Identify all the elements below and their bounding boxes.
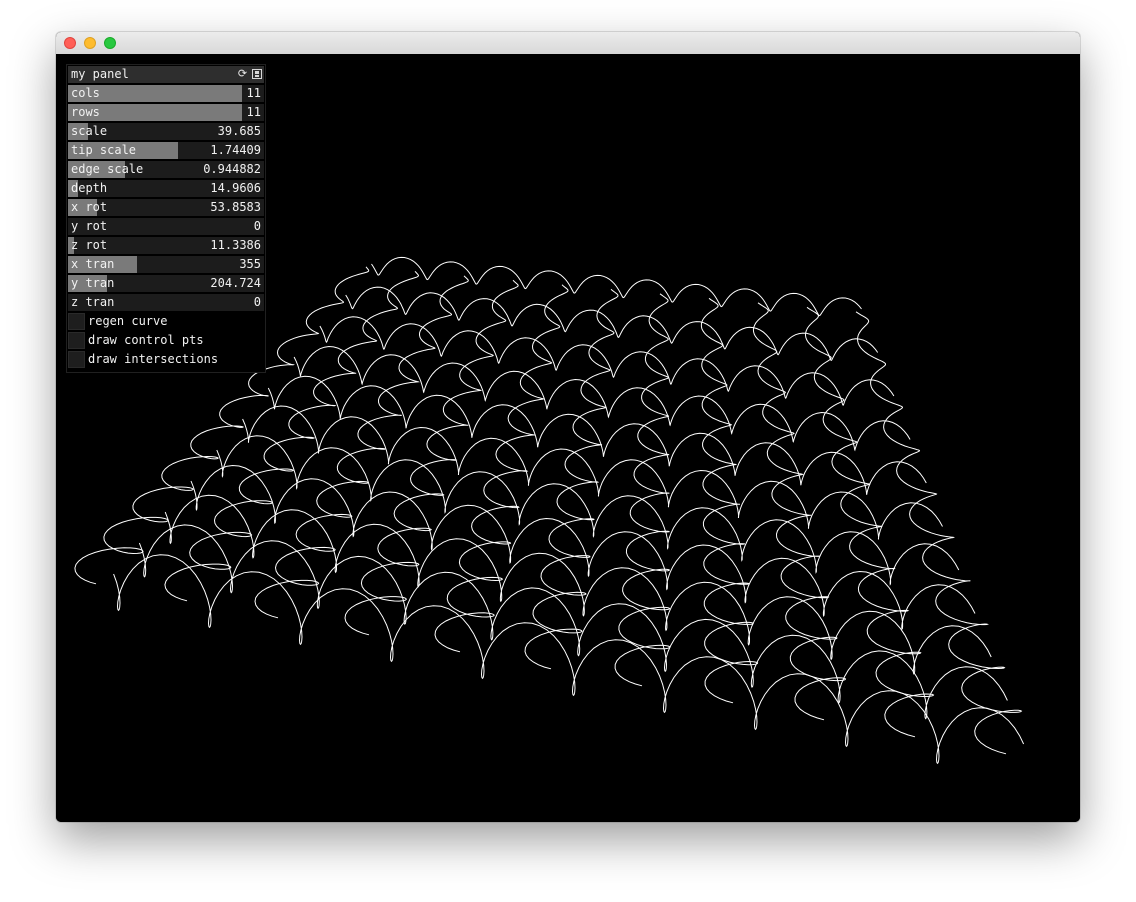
save-icon[interactable] <box>252 69 262 79</box>
title-bar[interactable] <box>56 32 1080 55</box>
toggle-label: regen curve <box>88 314 168 328</box>
grid-column-curve <box>344 279 519 636</box>
slider-label: x tran <box>71 257 115 271</box>
slider-value: 0 <box>253 295 261 309</box>
grid-column-curve <box>254 275 469 619</box>
slider-value: 14.9606 <box>210 181 261 195</box>
slider-y-rot[interactable]: y rot 0 <box>68 218 264 235</box>
slider-list: cols 11 rows 11 scale 39.685 tip scale 1.74409 e… <box>68 85 264 311</box>
grid-column-curve <box>614 293 671 687</box>
slider-y-tran[interactable]: y tran 204.724 <box>68 275 264 292</box>
slider-value: 355 <box>239 257 261 271</box>
slider-scale[interactable]: scale 39.685 <box>68 123 264 140</box>
slider-x-rot[interactable]: x rot 53.8583 <box>68 199 264 216</box>
slider-z-tran[interactable]: z tran 0 <box>68 294 264 311</box>
slider-cols[interactable]: cols 11 <box>68 85 264 102</box>
slider-tip-scale[interactable]: tip scale 1.74409 <box>68 142 264 159</box>
grid-row-curve <box>267 375 927 495</box>
panel-title: my panel <box>71 67 129 81</box>
slider-label: y tran <box>71 276 115 290</box>
slider-label: edge scale <box>71 162 144 176</box>
slider-label: y rot <box>71 219 108 233</box>
grid-column-curve <box>855 311 1023 755</box>
slider-value: 39.685 <box>217 124 261 138</box>
slider-value: 1.74409 <box>210 143 261 157</box>
close-button[interactable] <box>64 37 76 49</box>
slider-value: 0.944882 <box>203 162 261 176</box>
slider-value: 11 <box>246 86 261 100</box>
slider-label: tip scale <box>71 143 137 157</box>
slider-value: 53.8583 <box>210 200 261 214</box>
slider-value: 0 <box>253 219 261 233</box>
slider-depth[interactable]: depth 14.9606 <box>68 180 264 197</box>
maximize-button[interactable] <box>104 37 116 49</box>
toggle-draw-control-pts[interactable]: draw control pts <box>68 332 264 349</box>
grid-row-curve <box>371 256 862 317</box>
slider-label: z tran <box>71 295 115 309</box>
slider-label: depth <box>71 181 108 195</box>
toggle-label: draw intersections <box>88 352 219 366</box>
slider-value: 11 <box>246 105 261 119</box>
toggle-draw-intersections[interactable]: draw intersections <box>68 351 264 368</box>
grid-row-curve <box>293 345 911 452</box>
checkbox[interactable] <box>68 351 85 368</box>
toggle-label: draw control pts <box>88 333 204 347</box>
slider-label: z rot <box>71 238 108 252</box>
checkbox[interactable] <box>68 332 85 349</box>
slider-x-tran[interactable]: x tran 355 <box>68 256 264 273</box>
toggle-regen-curve[interactable]: regen curve <box>68 313 264 330</box>
control-panel: my panel ⟳ cols 11 rows 11 scale 39.685 tip sc… <box>66 64 266 373</box>
render-canvas[interactable]: my panel ⟳ cols 11 rows 11 scale 39.685 tip sc… <box>56 54 1080 822</box>
slider-rows[interactable]: rows 11 <box>68 104 264 121</box>
app-window: my panel ⟳ cols 11 rows 11 scale 39.685 tip sc… <box>56 32 1080 822</box>
slider-label: cols <box>71 86 100 100</box>
toggle-list: regen curve draw control pts draw intersec… <box>68 313 264 368</box>
slider-z-rot[interactable]: z rot 11.3386 <box>68 237 264 254</box>
slider-label: scale <box>71 124 108 138</box>
grid-row-curve <box>319 316 895 406</box>
grid-row-curve <box>138 524 1008 720</box>
slider-label: rows <box>71 105 100 119</box>
minimize-button[interactable] <box>84 37 96 49</box>
slider-value: 204.724 <box>210 276 261 290</box>
slider-edge-scale[interactable]: edge scale 0.944882 <box>68 161 264 178</box>
panel-header[interactable]: my panel ⟳ <box>68 66 264 83</box>
grid-row-curve <box>345 286 879 362</box>
slider-label: x rot <box>71 200 108 214</box>
checkbox[interactable] <box>68 313 85 330</box>
slider-value: 11.3386 <box>210 238 261 252</box>
reload-icon[interactable]: ⟳ <box>237 68 248 79</box>
